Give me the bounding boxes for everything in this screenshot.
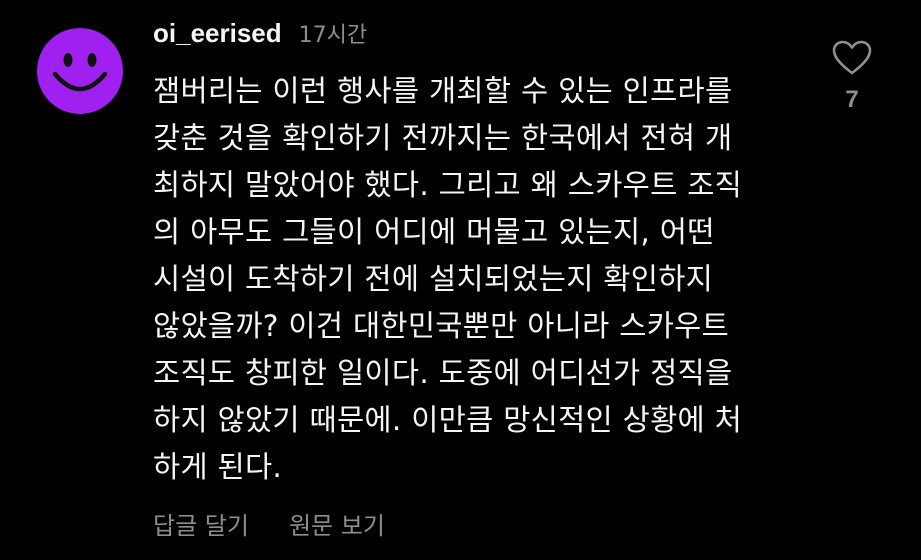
comment-text-line: 시설이 도착하기 전에 설치되었는지 확인하지 (153, 262, 714, 296)
username[interactable]: oi_eerised (153, 18, 282, 49)
like-button[interactable] (832, 40, 872, 76)
comment-text: 잼버리는 이런 행사를 개최할 수 있는 인프라를 갖춘 것을 확인하기 전까지… (153, 68, 813, 491)
avatar[interactable] (37, 28, 123, 114)
like-count: 7 (845, 86, 859, 113)
comment-text-line: 하게 된다. (153, 450, 283, 484)
comment-text-line: 최하지 말았어야 했다. 그리고 왜 스카우트 조직 (153, 168, 743, 202)
smiley-face-icon (37, 28, 123, 114)
timestamp: 17시간 (298, 23, 368, 48)
heart-outline-icon (832, 40, 872, 75)
comment-item: oi_eerised 17시간 잼버리는 이런 행사를 개최할 수 있는 인프라… (0, 0, 921, 560)
reply-button[interactable]: 답글 달기 (153, 506, 249, 541)
comment-text-line: 의 아무도 그들이 어디에 머물고 있는지, 어떤 (153, 215, 715, 249)
comment-text-line: 잼버리는 이런 행사를 개최할 수 있는 인프라를 (153, 74, 733, 108)
see-original-button[interactable]: 원문 보기 (289, 506, 385, 541)
comment-header: oi_eerised 17시간 (153, 16, 367, 50)
like-area: 7 (832, 40, 872, 114)
comment-text-line: 하지 않았기 때문에. 이만큼 망신적인 상황에 처 (153, 403, 743, 437)
comment-text-line: 갖춘 것을 확인하기 전까지는 한국에서 전혀 개 (153, 121, 733, 155)
comment-actions: 답글 달기 원문 보기 (153, 506, 385, 541)
comment-text-line: 않았을까? 이건 대한민국뿐만 아니라 스카우트 (153, 309, 730, 343)
comment-text-line: 조직도 창피한 일이다. 도중에 어디선가 정직을 (153, 356, 733, 390)
